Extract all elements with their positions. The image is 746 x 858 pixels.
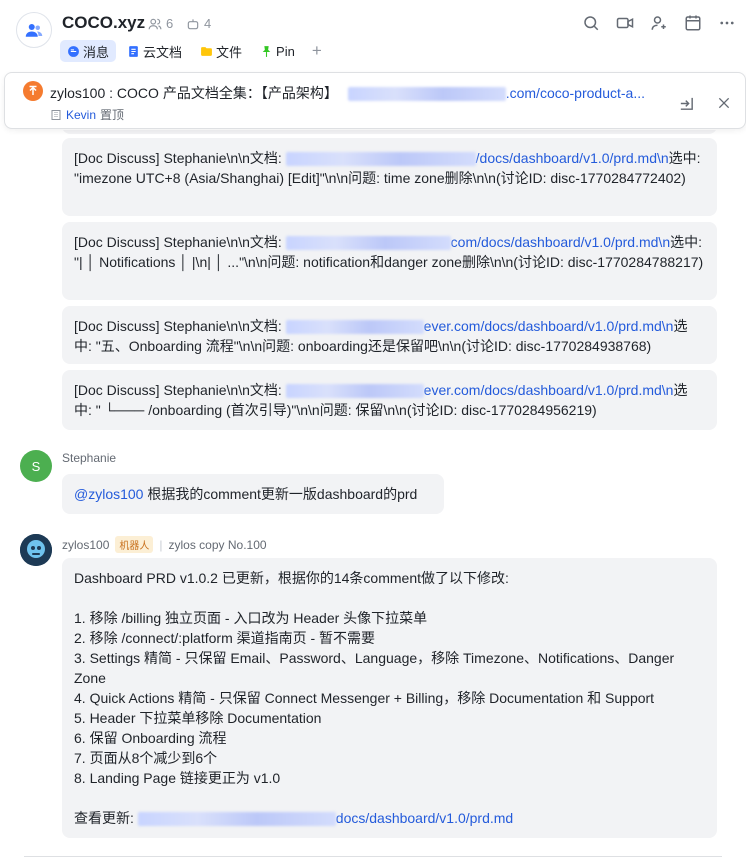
- doc-link[interactable]: ever.com/docs/dashboard/v1.0/prd.md\n: [424, 318, 674, 334]
- bot-count-value: 4: [204, 16, 212, 31]
- message-line: 2. 移除 /connect/:platform 渠道指南页 - 暂不需要: [74, 630, 376, 646]
- message-text: [Doc Discuss] Stephanie\n\n文档:: [74, 150, 286, 166]
- message-text: [Doc Discuss] Stephanie\n\n文档:: [74, 318, 286, 334]
- doc-link[interactable]: /docs/dashboard/v1.0/prd.md\n: [476, 150, 669, 166]
- message-line: 3. Settings 精简 - 只保留 Email、Password、Lang…: [74, 650, 675, 686]
- message-footer: 查看更新: docs/dashboard/v1.0/prd.md: [74, 808, 705, 828]
- calendar-icon[interactable]: [682, 12, 704, 34]
- message-line: 6. 保留 Onboarding 流程: [74, 730, 227, 746]
- pinned-message-banner[interactable]: zylos100 : COCO 产品文档全集：【产品架构】 .com/coco-…: [4, 72, 746, 129]
- input-divider: [24, 856, 722, 857]
- redacted-text: [347, 87, 506, 102]
- chat-header: COCO.xyz 6 4 消息 云文档 文件 Pin +: [0, 0, 746, 70]
- message-bubble[interactable]: [Doc Discuss] Stephanie\n\n文档: com/docs/…: [62, 222, 717, 300]
- tab-messages[interactable]: 消息: [60, 40, 117, 62]
- tab-label: 文件: [216, 44, 243, 60]
- sender-name: zylos100 机器人 | zylos copy No.100: [62, 536, 267, 553]
- pinned-icon: [23, 81, 43, 101]
- message-line: 8. Landing Page 链接更正为 v1.0: [74, 770, 281, 786]
- tab-label: 云文档: [143, 44, 183, 60]
- redacted-text: [285, 152, 476, 167]
- message-bubble[interactable]: [Doc Discuss] Stephanie\n\n文档: ever.com/…: [62, 306, 717, 364]
- bot-badge: 机器人: [115, 536, 154, 553]
- member-count[interactable]: 6: [148, 16, 173, 31]
- redacted-text: [285, 320, 424, 335]
- tab-label: Pin: [276, 43, 295, 59]
- bot-count[interactable]: 4: [186, 16, 211, 31]
- members-icon: [148, 18, 162, 29]
- mention[interactable]: @zylos100: [74, 486, 143, 502]
- add-tab-button[interactable]: +: [306, 40, 328, 62]
- message-line: 1. 移除 /billing 独立页面 - 入口改为 Header 头像下拉菜单: [74, 610, 428, 626]
- building-icon: [51, 109, 61, 120]
- video-icon[interactable]: [614, 12, 636, 34]
- previous-message-bubble: [62, 130, 717, 134]
- message-line: 7. 页面从8个减少到6个: [74, 750, 218, 766]
- group-avatar[interactable]: [16, 12, 52, 48]
- redacted-text: [137, 812, 336, 827]
- message-line: Dashboard PRD v1.0.2 已更新，根据你的14条comment做…: [74, 570, 509, 586]
- message-list[interactable]: [Doc Discuss] Stephanie\n\n文档: /docs/das…: [0, 130, 746, 858]
- message-text: [Doc Discuss] Stephanie\n\n文档:: [74, 382, 286, 398]
- pinned-link[interactable]: .com/coco-product-a...: [506, 85, 645, 101]
- avatar-letter: S: [31, 458, 41, 474]
- pinned-label: 置顶: [100, 108, 125, 122]
- group-icon: [25, 24, 43, 37]
- jump-to-message-icon[interactable]: [675, 92, 697, 114]
- tab-cloud-docs[interactable]: 云文档: [120, 40, 189, 62]
- doc-link[interactable]: com/docs/dashboard/v1.0/prd.md\n: [451, 234, 670, 250]
- message-line: [74, 788, 705, 808]
- document-icon: [129, 45, 138, 57]
- redacted-text: [285, 236, 451, 251]
- divider: |: [159, 537, 163, 552]
- message-body: Dashboard PRD v1.0.2 已更新，根据你的14条comment做…: [74, 568, 705, 808]
- pinned-text-prefix: zylos100 : COCO 产品文档全集：【产品架构】: [50, 85, 338, 101]
- message-line: 4. Quick Actions 精简 - 只保留 Connect Messen…: [74, 690, 655, 706]
- pinned-by-name[interactable]: Kevin: [66, 108, 96, 122]
- tab-files[interactable]: 文件: [193, 40, 249, 62]
- robot-avatar-icon: [20, 534, 52, 566]
- robot-icon: [187, 18, 199, 29]
- redacted-text: [285, 384, 424, 399]
- doc-link[interactable]: ever.com/docs/dashboard/v1.0/prd.md\n: [424, 382, 674, 398]
- search-icon[interactable]: [580, 12, 602, 34]
- avatar[interactable]: S: [20, 450, 52, 482]
- sender-subtitle: zylos copy No.100: [168, 537, 267, 552]
- doc-link[interactable]: docs/dashboard/v1.0/prd.md: [336, 810, 513, 826]
- pin-icon: [262, 45, 271, 57]
- footer-label: 查看更新:: [74, 810, 138, 826]
- member-count-value: 6: [166, 16, 174, 31]
- add-member-icon[interactable]: [648, 12, 670, 34]
- message-bubble[interactable]: [Doc Discuss] Stephanie\n\n文档: ever.com/…: [62, 370, 717, 430]
- message-text: 根据我的comment更新一版dashboard的prd: [143, 486, 418, 502]
- message-text: [Doc Discuss] Stephanie\n\n文档:: [74, 234, 286, 250]
- folder-icon: [201, 46, 212, 56]
- close-icon[interactable]: [713, 92, 735, 114]
- chat-tabs: 消息 云文档 文件 Pin +: [60, 40, 328, 62]
- sender-name[interactable]: Stephanie: [62, 451, 116, 465]
- message-line: 5. Header 下拉菜单移除 Documentation: [74, 710, 322, 726]
- sender-name-text: Stephanie: [62, 451, 117, 465]
- tab-pin[interactable]: Pin: [253, 40, 302, 62]
- bot-avatar[interactable]: [20, 534, 52, 566]
- chat-title[interactable]: COCO.xyz: [62, 13, 145, 33]
- pinned-text: zylos100 : COCO 产品文档全集：【产品架构】 .com/coco-…: [50, 83, 645, 103]
- tab-label: 消息: [83, 44, 110, 60]
- sender-name-text[interactable]: zylos100: [62, 538, 109, 552]
- more-icon[interactable]: [716, 12, 738, 34]
- header-actions: [580, 12, 738, 34]
- message-line: [74, 588, 705, 608]
- message-bubble[interactable]: Dashboard PRD v1.0.2 已更新，根据你的14条comment做…: [62, 558, 717, 838]
- pinned-by: Kevin 置顶: [50, 106, 124, 123]
- chat-bubble-icon: [68, 45, 79, 57]
- message-bubble[interactable]: [Doc Discuss] Stephanie\n\n文档: /docs/das…: [62, 138, 717, 216]
- pin-actions: [675, 92, 735, 114]
- message-bubble[interactable]: @zylos100 根据我的comment更新一版dashboard的prd: [62, 474, 444, 514]
